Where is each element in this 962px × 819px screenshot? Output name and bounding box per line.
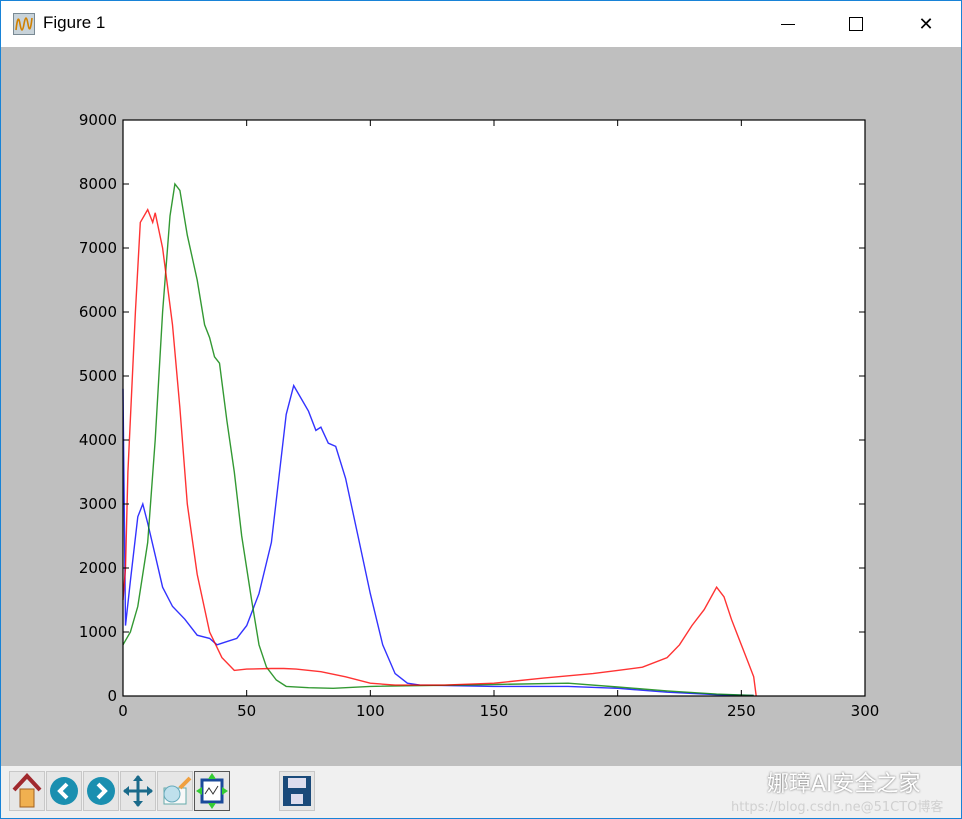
pan-button[interactable]: [120, 771, 156, 811]
subplots-button[interactable]: [194, 771, 230, 811]
y-tick-label: 6000: [79, 303, 117, 321]
watermark-url: https://blog.csdn.ne@51CTO博客: [731, 800, 944, 815]
y-tick-label: 3000: [79, 495, 117, 513]
x-tick-label: 100: [356, 702, 385, 720]
zoom-rect-button[interactable]: [157, 771, 193, 811]
title-bar: Figure 1 ✕: [1, 1, 961, 47]
window-title: Figure 1: [43, 13, 106, 32]
y-tick-label: 5000: [79, 367, 117, 385]
back-icon: [50, 777, 78, 805]
close-button[interactable]: ✕: [903, 1, 949, 47]
y-tick-label: 9000: [79, 111, 117, 129]
y-tick-label: 2000: [79, 559, 117, 577]
x-tick-label: 150: [480, 702, 509, 720]
save-button[interactable]: [279, 771, 315, 811]
y-tick-label: 7000: [79, 239, 117, 257]
y-tick-label: 1000: [79, 623, 117, 641]
x-tick-label: 50: [237, 702, 256, 720]
zoom-rect-icon: [163, 776, 192, 805]
pan-icon: [123, 775, 153, 807]
y-tick-label: 4000: [79, 431, 117, 449]
x-tick-label: 250: [727, 702, 756, 720]
plot-area: [123, 120, 865, 696]
matplotlib-app-icon: [13, 13, 35, 35]
back-button[interactable]: [46, 771, 82, 811]
maximize-icon: [849, 17, 863, 31]
forward-button[interactable]: [83, 771, 119, 811]
maximize-button[interactable]: [833, 1, 879, 47]
x-tick-label: 200: [603, 702, 632, 720]
figure-window: Figure 1 ✕ 0 50 100 150 200 250 300 0 1000 2000 30…: [0, 0, 962, 819]
home-icon: [12, 773, 42, 808]
x-tick-label: 0: [118, 702, 128, 720]
subplots-icon: [196, 773, 228, 809]
y-tick-label: 0: [107, 687, 117, 705]
histogram-chart: 0 50 100 150 200 250 3000100020003000400050006…: [79, 111, 880, 720]
minimize-icon: [781, 23, 795, 25]
x-tick-label: 300: [851, 702, 880, 720]
close-icon: ✕: [918, 13, 934, 35]
forward-icon: [87, 777, 115, 805]
y-tick-label: 8000: [79, 175, 117, 193]
navigation-toolbar: 娜璋AI安全之家 https://blog.csdn.ne@51CTO博客: [1, 766, 961, 818]
minimize-button[interactable]: [765, 1, 811, 47]
save-icon: [283, 776, 311, 806]
figure-canvas: 0 50 100 150 200 250 300 0 1000 2000 3000 4000 5000 6…: [1, 47, 961, 766]
watermark-title: 娜璋AI安全之家: [767, 772, 921, 797]
home-button[interactable]: [9, 771, 45, 811]
